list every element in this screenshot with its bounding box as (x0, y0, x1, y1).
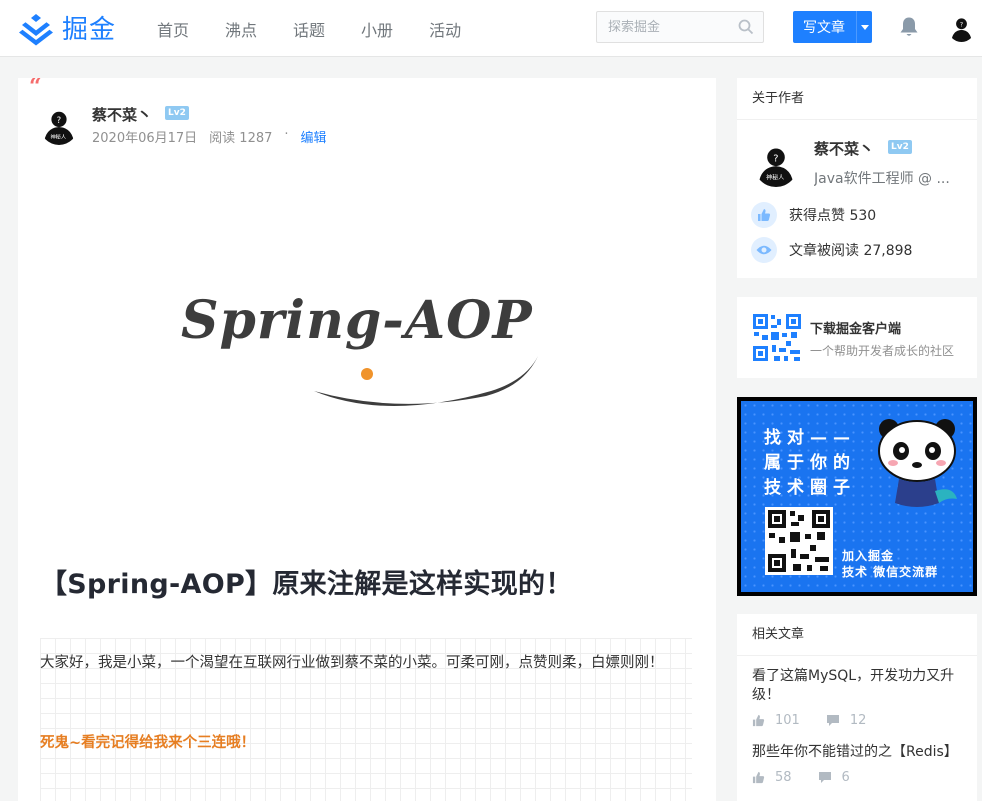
related-article-item[interactable]: 那些年你不能错过的之【Redis】 58 6 (752, 743, 967, 785)
caret-down-icon (860, 24, 869, 30)
related-article-stats: 101 12 (752, 713, 967, 728)
cover-title-text: Spring-AOP (181, 290, 533, 351)
related-article-title[interactable]: 那些年你不能错过的之【Redis】 (752, 743, 967, 762)
about-author-card: 关于作者 ? 神秘人 蔡不菜丶 Lv2 Java软件工程师 @ ... 获得点赞… (737, 78, 977, 278)
comment-count-value: 12 (849, 713, 867, 728)
search-box (596, 11, 764, 43)
thumb-up-icon (752, 714, 765, 727)
level-badge: Lv2 (165, 106, 189, 120)
related-article-item[interactable]: 看了这篇MySQL，开发功力又升级！ 101 12 (752, 667, 967, 728)
write-article-label: 写文章 (803, 20, 845, 36)
banner-line-2: 属于你的 (764, 453, 856, 473)
download-title: 下载掘金客户端 (810, 322, 902, 337)
article-paragraph: 大家好，我是小菜，一个渴望在互联网行业做到蔡不菜的小菜。可柔可刚，点赞则柔，白嫖… (40, 655, 664, 671)
related-articles-card: 相关文章 看了这篇MySQL，开发功力又升级！ 101 12 那些年你不能错过的… (737, 614, 977, 801)
svg-text:神秘人: 神秘人 (50, 132, 66, 140)
comment-icon (818, 772, 831, 783)
qr-code-icon (752, 313, 802, 362)
mystery-person-icon: ? (951, 18, 972, 42)
write-dropdown-toggle[interactable] (856, 11, 872, 43)
article-meta: 2020年06月17日 阅读 1287 · 编辑 (92, 127, 339, 146)
download-subtitle: 一个帮助开发者成长的社区 (810, 344, 955, 358)
nav-item-books[interactable]: 小册 (361, 17, 393, 41)
comment-count: 6 (818, 770, 850, 785)
svg-text:?: ? (960, 21, 963, 28)
banner-join-line-1: 加入掘金 (842, 549, 895, 563)
author-avatar[interactable]: ? 神秘人 (40, 107, 78, 145)
banner-line-3: 技术圈子 (764, 478, 856, 498)
banner-line-1: 找对—— (764, 428, 856, 448)
nav-item-home[interactable]: 首页 (157, 17, 189, 41)
juejin-logo-icon (19, 13, 53, 45)
nav-item-events[interactable]: 活动 (429, 17, 461, 41)
like-count-value: 101 (775, 713, 800, 728)
panda-mascot-icon (878, 419, 957, 507)
quote-icon: “ (29, 78, 42, 100)
author-name[interactable]: 蔡不菜丶 (92, 104, 152, 125)
juejin-logo[interactable]: 掘金 (18, 9, 116, 46)
likes-stat: 获得点赞 530 (751, 202, 876, 228)
like-count: 101 (752, 713, 800, 728)
logo-text: 掘金 (62, 15, 117, 45)
community-banner[interactable]: 找对—— 属于你的 技术圈子 加入掘金 技术 微信交流群 (737, 397, 977, 596)
article-card: “ ? 神秘人 蔡不菜丶 Lv2 2020年06月17日 阅读 1287 · 编… (18, 78, 716, 801)
about-author-title: 关于作者 (737, 78, 977, 120)
article-emphasis: 死鬼~看完记得给我来个三连哦！ (40, 735, 256, 751)
svg-text:?: ? (773, 154, 778, 165)
comment-count: 12 (826, 713, 867, 728)
about-author-name[interactable]: 蔡不菜丶 (814, 138, 874, 159)
user-avatar[interactable]: ? (948, 15, 975, 42)
search-icon[interactable] (738, 19, 754, 35)
related-articles-title: 相关文章 (737, 614, 977, 656)
author-job-title: Java软件工程师 @ ... (814, 171, 950, 187)
write-article-button[interactable]: 写文章 (793, 11, 872, 43)
level-badge: Lv2 (888, 140, 912, 154)
main-nav: 首页 沸点 话题 小册 活动 (157, 17, 497, 41)
banner-qr-code-icon (765, 507, 833, 575)
article-cover-image: Spring-AOP (181, 290, 538, 406)
related-article-title[interactable]: 看了这篇MySQL，开发功力又升级！ (752, 667, 967, 705)
about-author-avatar[interactable]: ? 神秘人 (754, 143, 798, 187)
banner-background: 找对—— 属于你的 技术圈子 加入掘金 技术 微信交流群 (741, 401, 973, 592)
mystery-person-icon: ? 神秘人 (43, 111, 75, 145)
related-article-stats: 58 6 (752, 770, 967, 785)
banner-join-line-2: 技术 微信交流群 (842, 565, 939, 579)
nav-item-pins[interactable]: 沸点 (225, 17, 257, 41)
svg-text:?: ? (57, 116, 62, 126)
thumb-up-icon (751, 202, 777, 228)
reads-stat: 文章被阅读 27,898 (751, 237, 912, 263)
meta-separator: · (284, 127, 289, 142)
article-title: 【Spring-AOP】原来注解是这样实现的！ (40, 569, 573, 600)
notification-bell-icon[interactable] (899, 16, 919, 38)
publish-date: 2020年06月17日 (92, 131, 198, 146)
comment-count-value: 6 (841, 770, 850, 785)
like-count: 58 (752, 770, 792, 785)
reads-text: 文章被阅读 27,898 (789, 243, 913, 259)
thumb-up-icon (752, 771, 765, 784)
search-input[interactable] (597, 12, 727, 42)
svg-text:神秘人: 神秘人 (766, 173, 784, 181)
edit-link[interactable]: 编辑 (301, 127, 327, 146)
eye-icon (751, 237, 777, 263)
comment-icon (826, 715, 839, 726)
likes-text: 获得点赞 530 (789, 208, 877, 224)
like-count-value: 58 (775, 770, 792, 785)
download-app-card[interactable]: 下载掘金客户端 一个帮助开发者成长的社区 (737, 297, 977, 378)
top-navbar: 掘金 首页 沸点 话题 小册 活动 写文章 ? (0, 0, 982, 57)
read-count: 阅读 1287 (209, 131, 273, 146)
mystery-person-icon: ? 神秘人 (758, 148, 794, 187)
nav-item-topics[interactable]: 话题 (293, 17, 325, 41)
